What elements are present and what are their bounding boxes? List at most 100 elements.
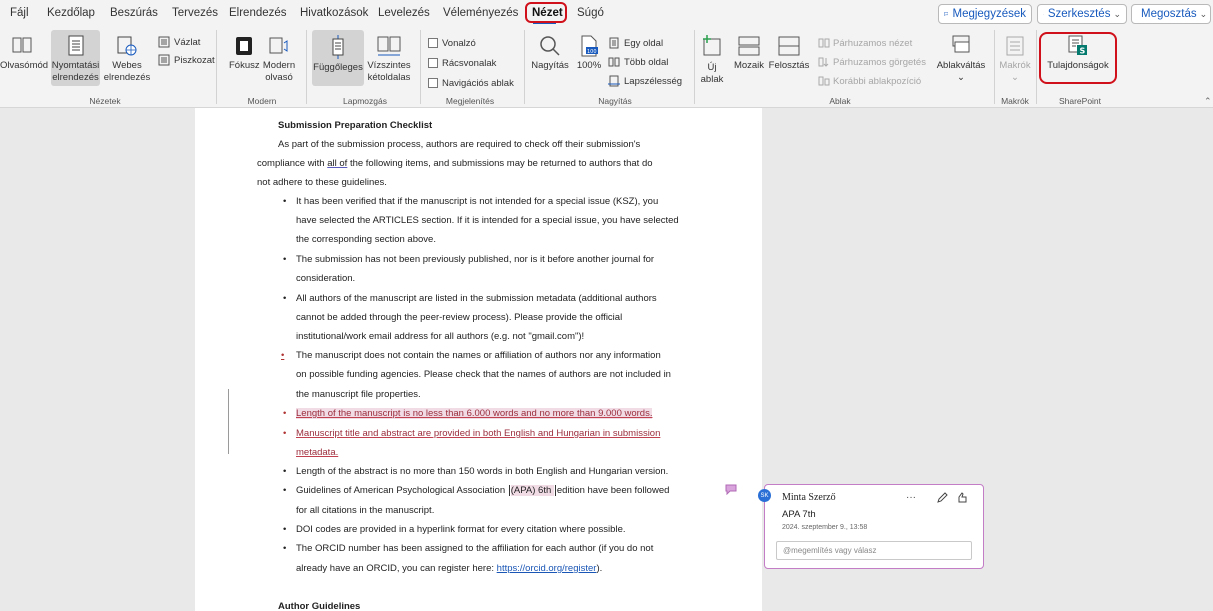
list-item: Length of the abstract is no more than 1…: [296, 466, 669, 477]
group-separator: [216, 30, 217, 104]
tab-layout[interactable]: Elrendezés: [229, 7, 287, 19]
pencil-icon: [1043, 13, 1044, 15]
reading-mode-button[interactable]: Olvasómód: [0, 34, 48, 72]
group-label-show: Megjelenítés: [445, 96, 495, 106]
list-item: consideration.: [296, 273, 356, 284]
word-window: Fájl Kezdőlap Beszúrás Tervezés Elrendez…: [0, 0, 1213, 611]
side-to-side-button[interactable]: Vízszintes kétoldalas: [366, 34, 412, 84]
edit-pencil-icon[interactable]: [937, 492, 948, 503]
macros-icon: [1006, 36, 1024, 56]
draft-button[interactable]: Piszkozat: [158, 53, 215, 67]
switch-windows-button[interactable]: Ablakváltás ⌄: [935, 34, 987, 84]
like-icon[interactable]: [957, 492, 967, 503]
page-width-icon: [608, 75, 620, 87]
checkbox-icon: [428, 58, 438, 68]
zoom-100-button[interactable]: 100 100%: [574, 34, 604, 72]
group-label-macros: Makrók: [1001, 96, 1029, 106]
multiple-pages-button[interactable]: Több oldal: [608, 55, 668, 69]
tracked-insertion: Manuscript title and abstract are provid…: [296, 428, 661, 439]
bullet-marker-tracked: •: [281, 350, 285, 361]
document-page[interactable]: Submission Preparation Checklist As part…: [195, 108, 762, 611]
comment-author: Minta Szerző: [782, 492, 836, 503]
tracked-change-bar: [228, 389, 229, 454]
comments-button[interactable]: Megjegyzések: [938, 4, 1032, 24]
orcid-link[interactable]: https://orcid.org/register: [497, 563, 597, 574]
list-item: It has been verified that if the manuscr…: [296, 196, 659, 207]
more-options-icon[interactable]: ···: [906, 492, 916, 503]
list-item: Guidelines of American Psychological Ass…: [296, 485, 670, 497]
list-item: The manuscript does not contain the name…: [296, 350, 661, 361]
text-cursor: [508, 485, 510, 496]
navigation-pane-checkbox[interactable]: Navigációs ablak: [428, 76, 514, 90]
list-item: on possible funding agencies. Please che…: [296, 369, 671, 380]
focus-button[interactable]: Fókusz: [229, 34, 260, 72]
reset-window-position-button[interactable]: Korábbi ablakpozíció: [818, 74, 921, 88]
editing-label: Szerkesztés: [1047, 8, 1111, 20]
comment-reply-input[interactable]: @megemlítés vagy válasz: [776, 541, 972, 560]
tab-view-highlight-annotation: [525, 2, 567, 23]
page-width-button[interactable]: Lapszélesség: [608, 74, 682, 88]
side-to-side-icon: [377, 36, 401, 56]
group-label-page-movement: Lapmozgás: [343, 96, 387, 106]
draft-icon: [158, 54, 170, 66]
immersive-reader-button[interactable]: Modern olvasó: [261, 34, 297, 84]
multiple-pages-icon: [608, 57, 620, 67]
share-label: Megosztás: [1141, 8, 1197, 20]
bullet-marker: •: [283, 466, 287, 477]
tab-help[interactable]: Súgó: [577, 7, 604, 19]
comment-timestamp: 2024. szeptember 9., 13:58: [782, 524, 868, 531]
svg-text:100: 100: [587, 49, 597, 55]
commented-text[interactable]: (APA) 6th: [510, 485, 554, 497]
tab-references[interactable]: Hivatkozások: [300, 7, 368, 19]
outline-button[interactable]: Vázlat: [158, 35, 200, 49]
bullet-marker-tracked: •: [283, 408, 287, 419]
switch-windows-icon: [952, 35, 970, 53]
share-button[interactable]: Megosztás ⌄: [1131, 4, 1211, 24]
tab-file[interactable]: Fájl: [10, 7, 29, 19]
view-side-by-side-button[interactable]: Párhuzamos nézet: [818, 36, 912, 50]
bullet-marker: •: [283, 524, 287, 535]
tab-insert[interactable]: Beszúrás: [110, 7, 158, 19]
list-item: for all citations in the manuscript.: [296, 505, 435, 516]
group-separator: [306, 30, 307, 104]
group-label-window: Ablak: [829, 96, 851, 106]
tab-design[interactable]: Tervezés: [172, 7, 218, 19]
page-icon: [68, 35, 83, 56]
checkbox-icon: [428, 38, 438, 48]
comment-card[interactable]: Minta Szerző ··· APA 7th 2024. szeptembe…: [764, 484, 984, 569]
list-item: All authors of the manuscript are listed…: [296, 293, 657, 304]
zoom-100-icon: 100: [581, 35, 598, 57]
tab-review[interactable]: Véleményezés: [443, 7, 518, 19]
tab-home[interactable]: Kezdőlap: [47, 7, 95, 19]
new-window-button[interactable]: Új ablak: [698, 34, 726, 86]
editing-mode-button[interactable]: Szerkesztés ⌄: [1037, 4, 1127, 24]
macros-button[interactable]: Makrók ⌄: [998, 34, 1032, 84]
collapse-ribbon-icon[interactable]: ⌃: [1204, 96, 1212, 107]
tracked-insertion: metadata.: [296, 447, 339, 458]
split-button[interactable]: Felosztás: [768, 34, 810, 72]
outline-icon: [158, 36, 170, 48]
ruler-checkbox[interactable]: Vonalzó: [428, 36, 476, 50]
tab-mailings[interactable]: Levelezés: [378, 7, 430, 19]
checkbox-icon: [428, 78, 438, 88]
paragraph-line: compliance with all of the following ite…: [257, 158, 653, 169]
paragraph-line: not adhere to these guidelines.: [257, 177, 387, 188]
new-window-icon: [703, 35, 721, 56]
vertical-page-movement-button[interactable]: Függőleges: [312, 30, 364, 86]
arrange-all-button[interactable]: Mozaik: [730, 34, 768, 72]
synchronous-scrolling-button[interactable]: Párhuzamos görgetés: [818, 55, 926, 69]
tracked-insertion: Length of the manuscript is no less than…: [296, 408, 653, 419]
comments-label: Megjegyzések: [952, 8, 1026, 20]
zoom-button[interactable]: Nagyítás: [530, 34, 570, 72]
web-layout-button[interactable]: Webes elrendezés: [102, 34, 152, 84]
comment-marker-icon[interactable]: [725, 484, 737, 495]
gridlines-checkbox[interactable]: Rácsvonalak: [428, 56, 496, 70]
list-item: DOI codes are provided in a hyperlink fo…: [296, 524, 626, 535]
group-label-sharepoint: SharePoint: [1058, 96, 1102, 106]
focus-icon: [236, 37, 252, 55]
one-page-button[interactable]: Egy oldal: [608, 36, 663, 50]
bullet-marker: •: [283, 293, 287, 304]
list-item: institutional/work email address for all…: [296, 331, 585, 342]
group-separator: [694, 30, 695, 104]
print-layout-button[interactable]: Nyomtatási elrendezés: [51, 30, 100, 86]
